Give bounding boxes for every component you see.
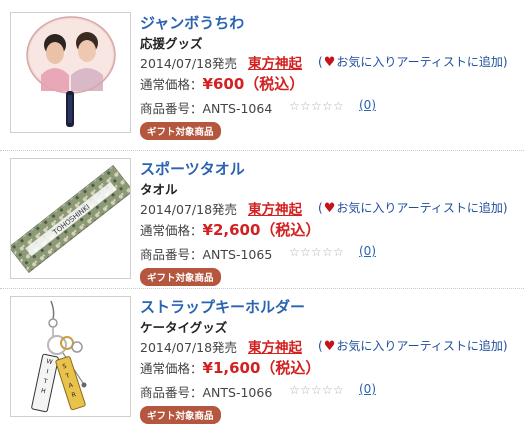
add-favorite-artist-label: お気に入りアーティストに追加: [336, 201, 503, 215]
review-count-link[interactable]: (0): [359, 98, 376, 112]
release-date: 2014/07/18発売: [140, 340, 238, 355]
product-category: タオル: [140, 182, 178, 197]
artist-link[interactable]: 東方神起: [248, 52, 302, 72]
product-title-link[interactable]: スポーツタオル: [140, 158, 245, 179]
product-code-row: 商品番号：ANTS-1066 ☆☆☆☆☆ (0): [140, 382, 524, 400]
uchiwa-fan-image: [11, 13, 130, 132]
star-empty-icon: ☆: [300, 245, 311, 259]
product-code-row: 商品番号：ANTS-1064 ☆☆☆☆☆ (0): [140, 98, 524, 116]
release-date: 2014/07/18発売: [140, 56, 238, 71]
strap-keyholder-image: W I T H S T A R: [11, 297, 130, 416]
rating-stars: ☆☆☆☆☆: [289, 99, 344, 113]
product-code: 商品番号：ANTS-1066: [140, 385, 273, 400]
add-favorite-artist-link[interactable]: (♥お気に入りアーティストに追加): [318, 337, 508, 354]
add-favorite-artist-link[interactable]: (♥お気に入りアーティストに追加): [318, 199, 508, 216]
product-item: ジャンボうちわ 応援グッズ 2014/07/18発売 東方神起 (♥お気に入りア…: [0, 12, 524, 154]
product-item: TOHOSHINKI スポーツタオル タオル 2014/07/18発売 東方神起…: [0, 158, 524, 300]
product-item: W I T H S T A R ストラップキーホルダー ケータイグッズ 2014…: [0, 296, 524, 438]
product-code-row: 商品番号：ANTS-1065 ☆☆☆☆☆ (0): [140, 244, 524, 262]
review-count-link[interactable]: (0): [359, 244, 376, 258]
star-empty-icon: ☆: [300, 383, 311, 397]
artist-link[interactable]: 東方神起: [248, 198, 302, 218]
star-empty-icon: ☆: [333, 383, 344, 397]
price-value: ¥2,600（税込）: [202, 221, 321, 239]
product-meta-row: 2014/07/18発売 東方神起 (♥お気に入りアーティストに追加): [140, 336, 524, 356]
star-empty-icon: ☆: [333, 245, 344, 259]
star-empty-icon: ☆: [311, 383, 322, 397]
product-title-link[interactable]: ジャンボうちわ: [140, 12, 244, 33]
star-empty-icon: ☆: [300, 99, 311, 113]
add-favorite-artist-label: お気に入りアーティストに追加: [336, 339, 503, 353]
divider: [0, 150, 524, 151]
price-row: 通常価格：¥600（税込）: [140, 73, 304, 94]
gift-badge[interactable]: ギフト対象商品: [140, 268, 221, 286]
price-row: 通常価格：¥1,600（税込）: [140, 357, 320, 378]
product-code: 商品番号：ANTS-1064: [140, 101, 273, 116]
price-value: ¥600（税込）: [202, 75, 305, 93]
price-value: ¥1,600（税込）: [202, 359, 321, 377]
product-thumbnail[interactable]: [10, 12, 131, 133]
fav-close-paren: ): [502, 201, 508, 215]
fav-open-paren: (: [318, 55, 323, 69]
fav-close-paren: ): [502, 339, 508, 353]
star-empty-icon: ☆: [289, 383, 300, 397]
product-meta-row: 2014/07/18発売 東方神起 (♥お気に入りアーティストに追加): [140, 198, 524, 218]
star-empty-icon: ☆: [322, 383, 333, 397]
gift-badge[interactable]: ギフト対象商品: [140, 406, 221, 424]
product-category: ケータイグッズ: [140, 320, 228, 335]
add-favorite-artist-label: お気に入りアーティストに追加: [336, 55, 503, 69]
star-empty-icon: ☆: [322, 245, 333, 259]
product-code: 商品番号：ANTS-1065: [140, 247, 273, 262]
price-label: 通常価格：: [140, 77, 203, 92]
price-label: 通常価格：: [140, 361, 203, 376]
release-date: 2014/07/18発売: [140, 202, 238, 217]
product-thumbnail[interactable]: W I T H S T A R: [10, 296, 131, 417]
price-label: 通常価格：: [140, 223, 203, 238]
star-empty-icon: ☆: [311, 99, 322, 113]
price-row: 通常価格：¥2,600（税込）: [140, 219, 320, 240]
product-title-link[interactable]: ストラップキーホルダー: [140, 296, 305, 317]
sports-towel-image: TOHOSHINKI: [11, 159, 130, 278]
fav-close-paren: ): [502, 55, 508, 69]
fav-open-paren: (: [318, 339, 323, 353]
review-count-link[interactable]: (0): [359, 382, 376, 396]
heart-icon: ♥: [323, 339, 336, 354]
fav-open-paren: (: [318, 201, 323, 215]
heart-icon: ♥: [323, 201, 336, 216]
product-meta-row: 2014/07/18発売 東方神起 (♥お気に入りアーティストに追加): [140, 52, 524, 72]
artist-link[interactable]: 東方神起: [248, 336, 302, 356]
gift-badge[interactable]: ギフト対象商品: [140, 122, 221, 140]
star-empty-icon: ☆: [322, 99, 333, 113]
add-favorite-artist-link[interactable]: (♥お気に入りアーティストに追加): [318, 53, 508, 70]
star-empty-icon: ☆: [289, 245, 300, 259]
star-empty-icon: ☆: [311, 245, 322, 259]
heart-icon: ♥: [323, 55, 336, 70]
product-category: 応援グッズ: [140, 36, 203, 51]
star-empty-icon: ☆: [289, 99, 300, 113]
divider: [0, 288, 524, 289]
star-empty-icon: ☆: [333, 99, 344, 113]
rating-stars: ☆☆☆☆☆: [289, 383, 344, 397]
product-thumbnail[interactable]: TOHOSHINKI: [10, 158, 131, 279]
rating-stars: ☆☆☆☆☆: [289, 245, 344, 259]
